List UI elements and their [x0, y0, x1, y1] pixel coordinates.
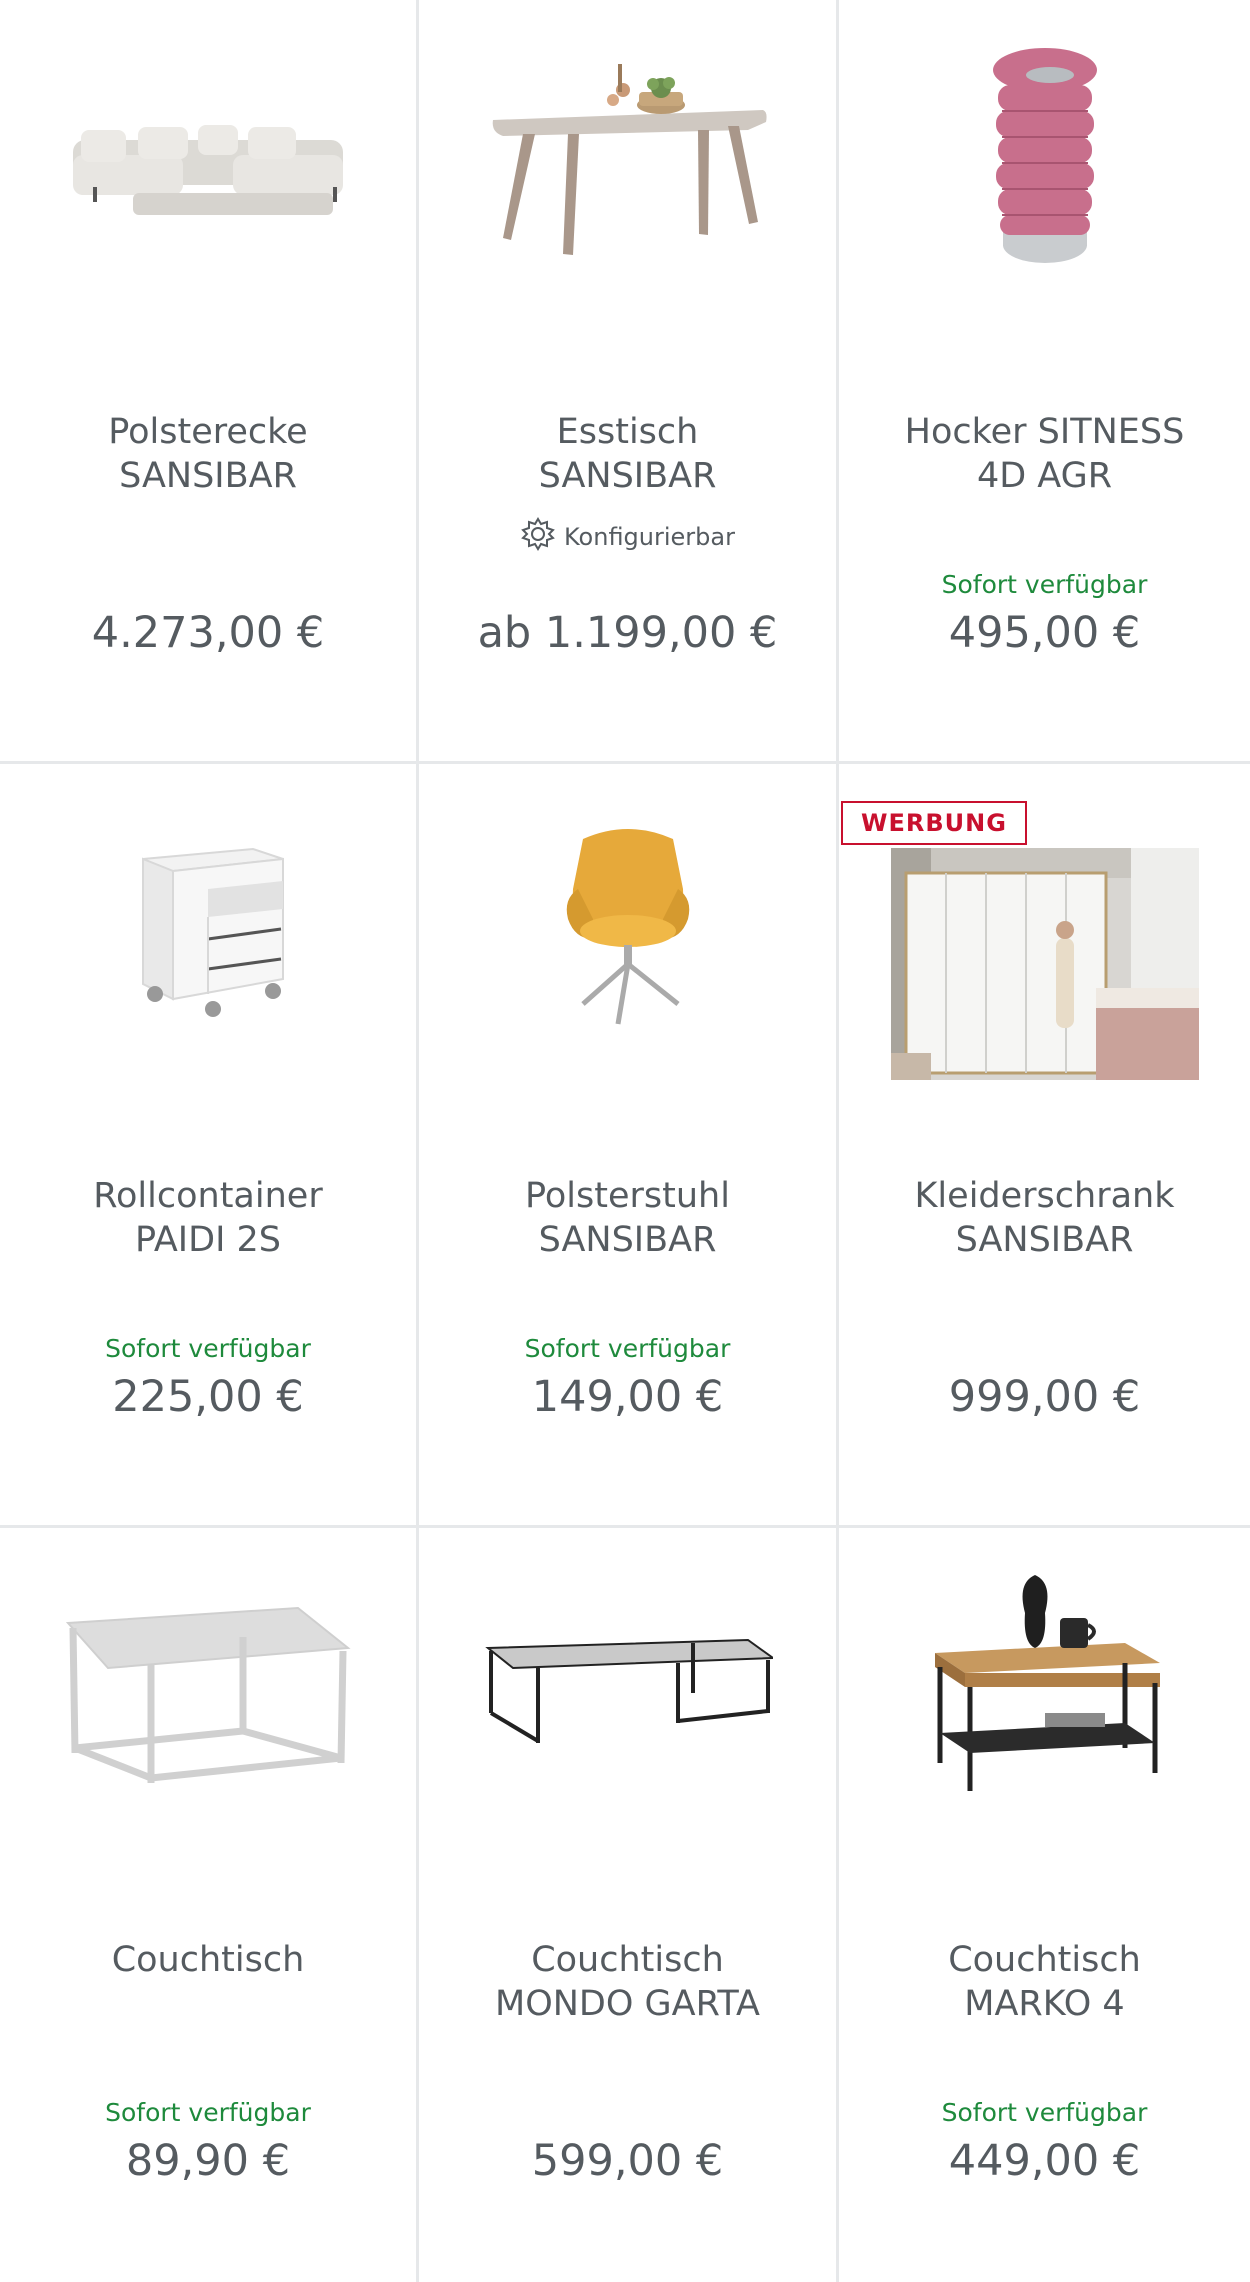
- title-line-1: Esstisch: [556, 412, 699, 452]
- product-price: 495,00 €: [948, 608, 1141, 658]
- title-line-2: PAIDI 2S: [134, 1220, 281, 1260]
- product-price: 599,00 €: [531, 2136, 724, 2186]
- title-line-1: Couchtisch: [531, 1940, 724, 1980]
- availability-label: Sofort verfügbar: [941, 570, 1148, 599]
- product-price: ab 1.199,00 €: [477, 608, 778, 658]
- availability-label: Sofort verfügbar: [524, 1334, 731, 1363]
- product-image[interactable]: [839, 844, 1250, 1084]
- product-title[interactable]: Polsterecke SANSIBAR: [14, 410, 402, 498]
- title-line-1: Couchtisch: [111, 1940, 305, 1980]
- title-line-2: SANSIBAR: [119, 456, 297, 496]
- title-line-2: SANSIBAR: [538, 1220, 717, 1260]
- product-card-kleiderschrank[interactable]: WERBUNG Kleiderschrank SANSIBAR 999,00 €: [839, 764, 1250, 1528]
- product-image[interactable]: [0, 1568, 416, 1808]
- product-card-couchtisch[interactable]: Couchtisch Sofort verfügbar 89,90 €: [0, 1528, 419, 2282]
- title-line-1: Couchtisch: [948, 1940, 1141, 1980]
- product-image[interactable]: [419, 1568, 836, 1808]
- title-line-1: Polsterecke: [108, 412, 308, 452]
- product-title[interactable]: Couchtisch: [14, 1938, 402, 1982]
- product-price: 89,90 €: [125, 2136, 291, 2186]
- product-title[interactable]: Esstisch SANSIBAR: [433, 410, 822, 498]
- product-card-hocker[interactable]: Hocker SITNESS 4D AGR Sofort verfügbar 4…: [839, 0, 1250, 764]
- product-card-esstisch[interactable]: Esstisch SANSIBAR Konfigurierbar ab 1.19…: [419, 0, 839, 764]
- product-image[interactable]: [839, 40, 1250, 280]
- title-line-1: Polsterstuhl: [525, 1176, 730, 1216]
- configurable-label: Konfigurierbar: [419, 516, 836, 558]
- title-line-1: Rollcontainer: [93, 1176, 323, 1216]
- ad-badge: WERBUNG: [841, 801, 1027, 845]
- product-title[interactable]: Couchtisch MARKO 4: [853, 1938, 1236, 2026]
- availability-label: Sofort verfügbar: [105, 1334, 311, 1363]
- product-title[interactable]: Hocker SITNESS 4D AGR: [853, 410, 1236, 498]
- product-price: 4.273,00 €: [91, 608, 325, 658]
- product-image[interactable]: [0, 804, 416, 1044]
- product-image[interactable]: [0, 40, 416, 280]
- product-title[interactable]: Rollcontainer PAIDI 2S: [14, 1174, 402, 1262]
- product-grid: Polsterecke SANSIBAR 4.273,00 € Esstisch…: [0, 0, 1250, 2282]
- product-price: 999,00 €: [948, 1372, 1141, 1422]
- product-title[interactable]: Couchtisch MONDO GARTA: [433, 1938, 822, 2026]
- product-image[interactable]: [419, 804, 836, 1044]
- title-line-2: 4D AGR: [976, 456, 1113, 496]
- availability-label: Sofort verfügbar: [105, 2098, 311, 2127]
- product-card-polsterecke[interactable]: Polsterecke SANSIBAR 4.273,00 €: [0, 0, 419, 764]
- title-line-1: Hocker SITNESS: [904, 412, 1185, 452]
- title-line-2: SANSIBAR: [955, 1220, 1134, 1260]
- product-image[interactable]: [419, 40, 836, 280]
- title-line-1: Kleiderschrank: [914, 1176, 1175, 1216]
- product-price: 449,00 €: [948, 2136, 1141, 2186]
- product-title[interactable]: Polsterstuhl SANSIBAR: [433, 1174, 822, 1262]
- gear-icon: [520, 516, 556, 558]
- product-card-couchtisch-mondo-garta[interactable]: Couchtisch MONDO GARTA 599,00 €: [419, 1528, 839, 2282]
- title-line-2: MONDO GARTA: [495, 1984, 760, 2024]
- product-price: 149,00 €: [531, 1372, 724, 1422]
- product-card-polsterstuhl[interactable]: Polsterstuhl SANSIBAR Sofort verfügbar 1…: [419, 764, 839, 1528]
- product-price: 225,00 €: [112, 1372, 304, 1422]
- availability-label: Sofort verfügbar: [941, 2098, 1148, 2127]
- product-image[interactable]: [839, 1568, 1250, 1808]
- title-line-2: SANSIBAR: [538, 456, 717, 496]
- product-card-rollcontainer[interactable]: Rollcontainer PAIDI 2S Sofort verfügbar …: [0, 764, 419, 1528]
- configurable-text: Konfigurierbar: [564, 523, 735, 551]
- title-line-2: MARKO 4: [964, 1984, 1125, 2024]
- product-title[interactable]: Kleiderschrank SANSIBAR: [853, 1174, 1236, 1262]
- product-card-couchtisch-marko-4[interactable]: Couchtisch MARKO 4 Sofort verfügbar 449,…: [839, 1528, 1250, 2282]
